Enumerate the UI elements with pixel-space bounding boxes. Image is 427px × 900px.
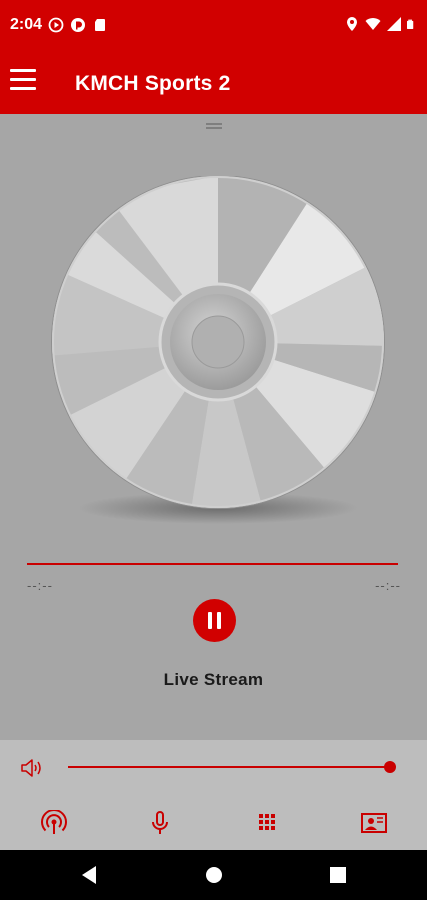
home-icon[interactable] xyxy=(205,865,223,885)
page-title: KMCH Sports 2 xyxy=(75,72,231,95)
status-bar: 2:04 xyxy=(0,0,427,52)
volume-slider-track[interactable] xyxy=(68,766,390,768)
pause-button[interactable] xyxy=(193,599,236,642)
volume-slider-thumb[interactable] xyxy=(384,761,396,773)
back-icon[interactable] xyxy=(80,865,98,885)
track-title: Live Stream xyxy=(163,670,264,689)
signal-icon xyxy=(387,17,401,31)
drag-handle[interactable] xyxy=(206,123,222,129)
volume-speaker-icon[interactable] xyxy=(20,757,44,779)
elapsed-time: --:-- xyxy=(27,578,53,593)
sd-card-icon xyxy=(95,19,105,31)
pause-icon xyxy=(208,612,212,629)
bottom-controls xyxy=(0,740,427,850)
bottom-nav xyxy=(0,810,427,838)
status-system-icons xyxy=(344,16,417,32)
app-bar: KMCH Sports 2 xyxy=(0,52,427,114)
contact-card-icon[interactable] xyxy=(360,810,388,836)
location-icon xyxy=(347,17,357,31)
status-time: 2:04 xyxy=(10,16,43,33)
pause-icon-bar xyxy=(217,612,221,629)
grid-apps-icon[interactable] xyxy=(253,810,281,836)
total-duration: --:-- xyxy=(375,578,401,593)
recents-icon[interactable] xyxy=(329,865,347,885)
playback-progress-bar[interactable] xyxy=(27,563,398,565)
system-navigation-bar xyxy=(0,850,427,900)
player-area: --:-- --:-- Live Stream xyxy=(0,114,427,740)
microphone-icon[interactable] xyxy=(146,810,174,836)
status-notification-icons xyxy=(48,17,108,33)
cd-disc-icon xyxy=(48,176,388,528)
podcast-icon[interactable] xyxy=(40,810,68,836)
hamburger-menu-icon[interactable] xyxy=(10,69,36,95)
wifi-icon xyxy=(365,18,381,30)
battery-icon xyxy=(407,19,414,29)
media-play-icon xyxy=(48,17,64,33)
pocket-casts-icon xyxy=(71,18,85,32)
